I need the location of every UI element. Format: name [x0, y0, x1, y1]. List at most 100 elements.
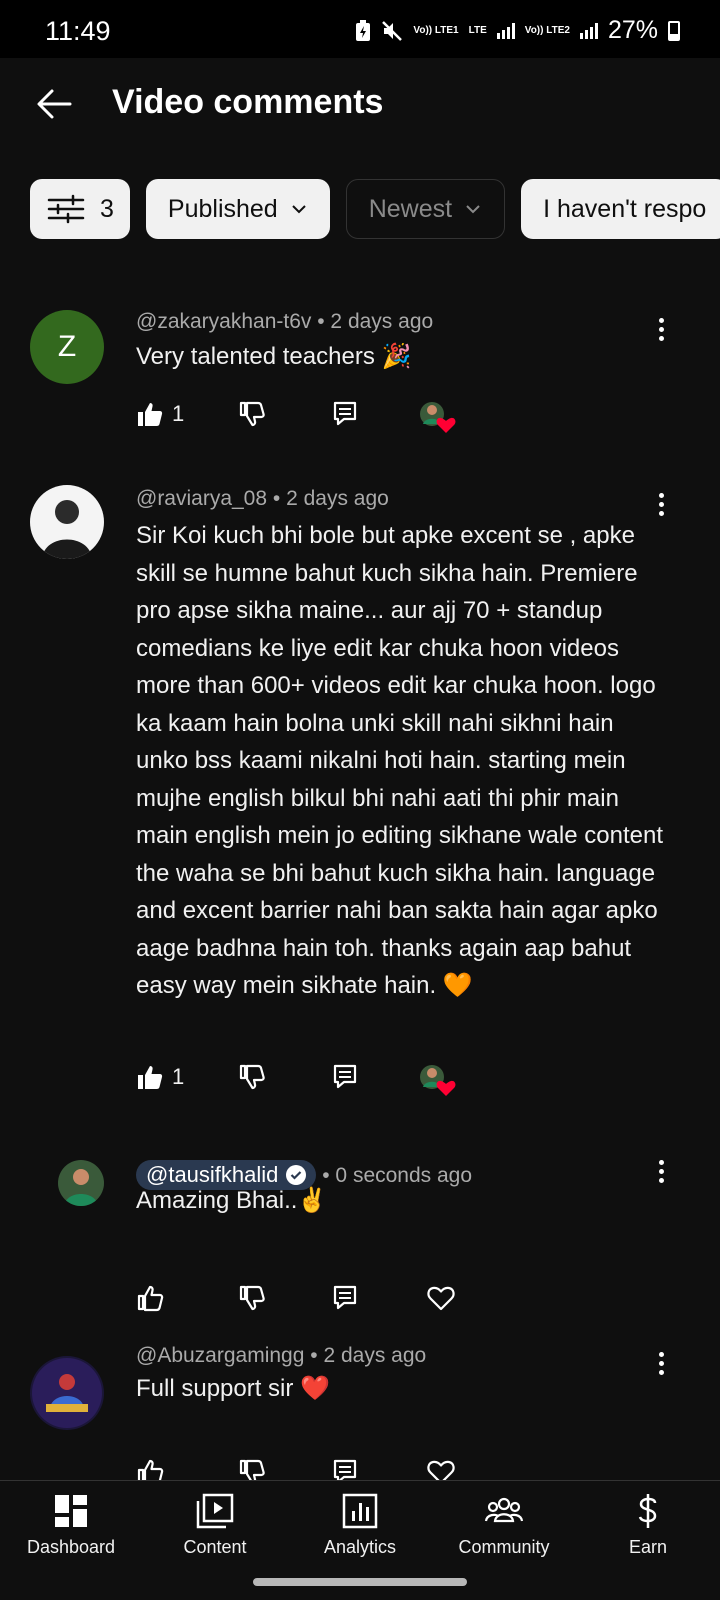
like-button[interactable]: 1: [136, 1063, 184, 1091]
filter-count: 3: [100, 194, 114, 223]
dislike-button[interactable]: [238, 1063, 266, 1091]
nav-community[interactable]: Community: [444, 1493, 564, 1558]
status-bar: 11:49 Vo)) LTE1 LTE Vo)) LTE2 27%: [0, 0, 720, 58]
reply-icon: [333, 1064, 357, 1089]
creator-heart-icon: [420, 402, 456, 433]
like-button[interactable]: 1: [136, 400, 184, 428]
nav-label: Earn: [628, 1537, 668, 1557]
dislike-button[interactable]: [238, 1284, 266, 1312]
comment-time: • 2 days ago: [310, 1344, 427, 1367]
creator-heart-button[interactable]: [418, 1063, 456, 1097]
like-button[interactable]: [136, 1458, 164, 1480]
heart-icon: [427, 1286, 455, 1311]
thumbs-up-icon: [138, 403, 163, 426]
avatar[interactable]: Z: [30, 310, 104, 384]
more-options-icon[interactable]: [658, 493, 664, 516]
thumbs-down-icon: [239, 1285, 265, 1311]
nav-label: Dashboard: [26, 1537, 116, 1557]
comment-item: @raviarya_08 • 2 days ago Sir Koi kuch b…: [0, 485, 720, 1125]
reply-button[interactable]: [332, 400, 358, 426]
page-title: Video comments: [112, 83, 384, 121]
avatar[interactable]: [30, 1356, 104, 1430]
signal-icon: [496, 22, 515, 39]
avatar-letter: Z: [57, 330, 77, 363]
like-count: 1: [172, 401, 185, 426]
comment-text: Very talented teachers 🎉: [136, 343, 412, 370]
gesture-area: [0, 1568, 720, 1600]
battery-percent: 27%: [607, 16, 658, 44]
arrow-left-icon[interactable]: [34, 84, 74, 124]
profile-photo: [42, 500, 92, 559]
sort-label: Newest: [368, 194, 453, 223]
mute-icon: [382, 20, 403, 41]
sliders-icon: [47, 194, 85, 224]
community-icon: [484, 1497, 524, 1523]
nav-label: Analytics: [323, 1537, 397, 1557]
comment-author[interactable]: @Abuzargamingg: [136, 1344, 304, 1367]
comment-time: • 2 days ago: [272, 487, 389, 510]
earn-icon: [638, 1494, 657, 1528]
thumbs-down-icon: [239, 1064, 265, 1090]
heart-button[interactable]: [426, 1284, 456, 1312]
dashboard-icon: [55, 1495, 87, 1527]
comment-text: Sir Koi kuch bhi bole but apke excent se…: [136, 522, 663, 999]
avatar[interactable]: [58, 1160, 104, 1206]
thumbs-up-icon: [137, 1285, 164, 1312]
analytics-icon: [342, 1493, 378, 1529]
comment-item: @Abuzargamingg • 2 days ago Full support…: [0, 1340, 720, 1480]
reply-icon: [333, 1459, 357, 1480]
comment-text: Amazing Bhai..✌️: [136, 1187, 328, 1214]
content-icon: [196, 1493, 234, 1529]
profile-photo: [64, 1169, 98, 1206]
more-options-icon[interactable]: [658, 1160, 664, 1183]
nav-dashboard[interactable]: Dashboard: [11, 1493, 131, 1558]
nav-content[interactable]: Content: [155, 1493, 275, 1558]
network-sim1: Vo)) LTE1: [413, 24, 459, 36]
sort-dropdown[interactable]: Newest: [345, 179, 506, 239]
comment-author[interactable]: @raviarya_08: [136, 487, 267, 510]
creator-heart-button[interactable]: [418, 400, 456, 434]
dislike-button[interactable]: [238, 400, 266, 428]
profile-photo: [32, 1358, 102, 1428]
thumbs-down-icon: [239, 401, 265, 427]
nav-label: Community: [458, 1537, 550, 1557]
filters-button[interactable]: 3: [30, 179, 130, 239]
published-dropdown[interactable]: Published: [145, 179, 330, 239]
like-button[interactable]: [136, 1284, 164, 1312]
app-header: Video comments: [0, 58, 720, 156]
comment-author[interactable]: @zakaryakhan-t6v: [136, 310, 311, 333]
nav-earn[interactable]: Earn: [588, 1493, 708, 1558]
reply-icon: [333, 1285, 357, 1310]
reply-button[interactable]: [332, 1458, 358, 1480]
comment-item: Z @zakaryakhan-t6v • 2 days ago Very tal…: [0, 300, 720, 450]
heart-button[interactable]: [426, 1458, 456, 1480]
battery-icon: [668, 20, 680, 41]
responded-filter-chip[interactable]: I haven't respo: [521, 179, 720, 239]
bottom-navigation: Dashboard Content Analytics Community Ea…: [0, 1480, 720, 1568]
nav-label: Content: [183, 1537, 247, 1557]
signal-icon: [579, 22, 598, 39]
nav-analytics[interactable]: Analytics: [300, 1493, 420, 1558]
chevron-down-icon: [292, 205, 306, 214]
network-lte: LTE: [468, 24, 487, 36]
thumbs-down-icon: [239, 1459, 265, 1480]
creator-heart-icon: [420, 1065, 456, 1096]
dislike-button[interactable]: [238, 1458, 266, 1480]
responded-label: I haven't respo: [543, 194, 707, 223]
heart-icon: [427, 1460, 455, 1480]
reply-icon: [333, 401, 357, 426]
published-label: Published: [167, 194, 278, 223]
like-count: 1: [172, 1064, 185, 1089]
reply-button[interactable]: [332, 1063, 358, 1089]
thumbs-up-icon: [138, 1066, 163, 1089]
avatar[interactable]: [30, 485, 104, 559]
comment-text: Full support sir ❤️: [136, 1375, 330, 1402]
status-time: 11:49: [45, 16, 111, 46]
network-sim2: Vo)) LTE2: [524, 24, 570, 36]
reply-item: @tausifkhalid • 0 seconds ago Amazing Bh…: [0, 1160, 720, 1312]
filter-chips: 3 Published Newest I haven't respo: [30, 179, 720, 239]
battery-saver-icon: [356, 19, 371, 41]
gesture-handle[interactable]: [253, 1578, 467, 1586]
chevron-down-icon: [466, 205, 480, 214]
reply-button[interactable]: [332, 1284, 358, 1310]
